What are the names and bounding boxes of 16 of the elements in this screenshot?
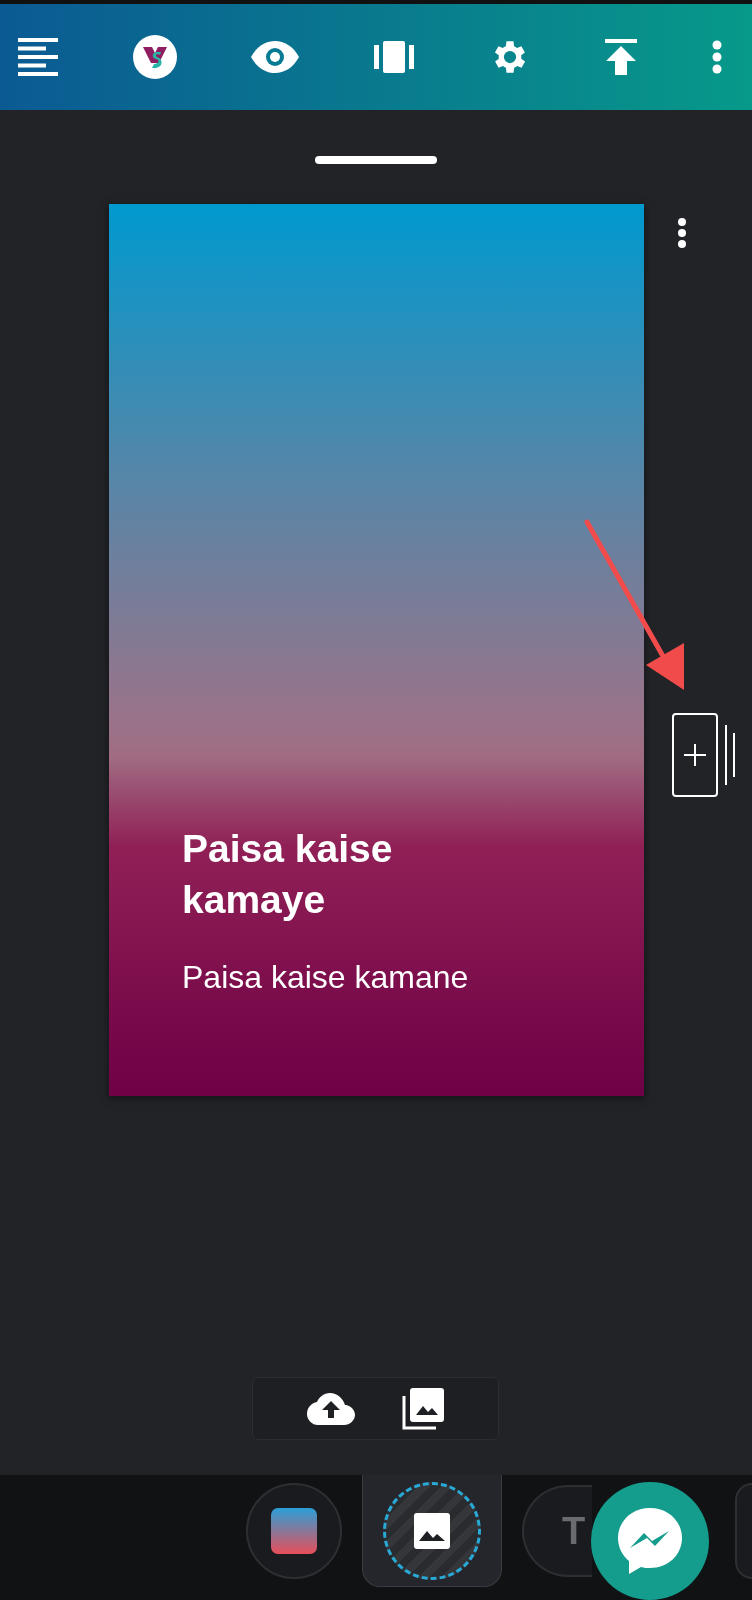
carousel-icon[interactable] [373, 41, 414, 73]
more-icon[interactable] [677, 218, 687, 248]
upload-icon[interactable] [605, 39, 638, 75]
messenger-icon [618, 1508, 682, 1574]
cloud-upload-icon[interactable] [306, 1392, 355, 1425]
tool-tab[interactable] [362, 1475, 502, 1587]
logo-icon[interactable] [132, 35, 177, 79]
drag-handle[interactable] [315, 156, 437, 164]
add-page-icon[interactable] [672, 713, 736, 797]
card-title: Paisa kaise kamaye [182, 826, 394, 923]
text-tool-tab[interactable]: T [522, 1485, 592, 1577]
eye-icon[interactable] [251, 41, 300, 73]
menu-icon[interactable] [18, 38, 58, 76]
gallery-icon[interactable] [402, 1387, 445, 1430]
image-icon [414, 1512, 450, 1549]
card-subtitle: Paisa kaise kamane [182, 959, 469, 997]
